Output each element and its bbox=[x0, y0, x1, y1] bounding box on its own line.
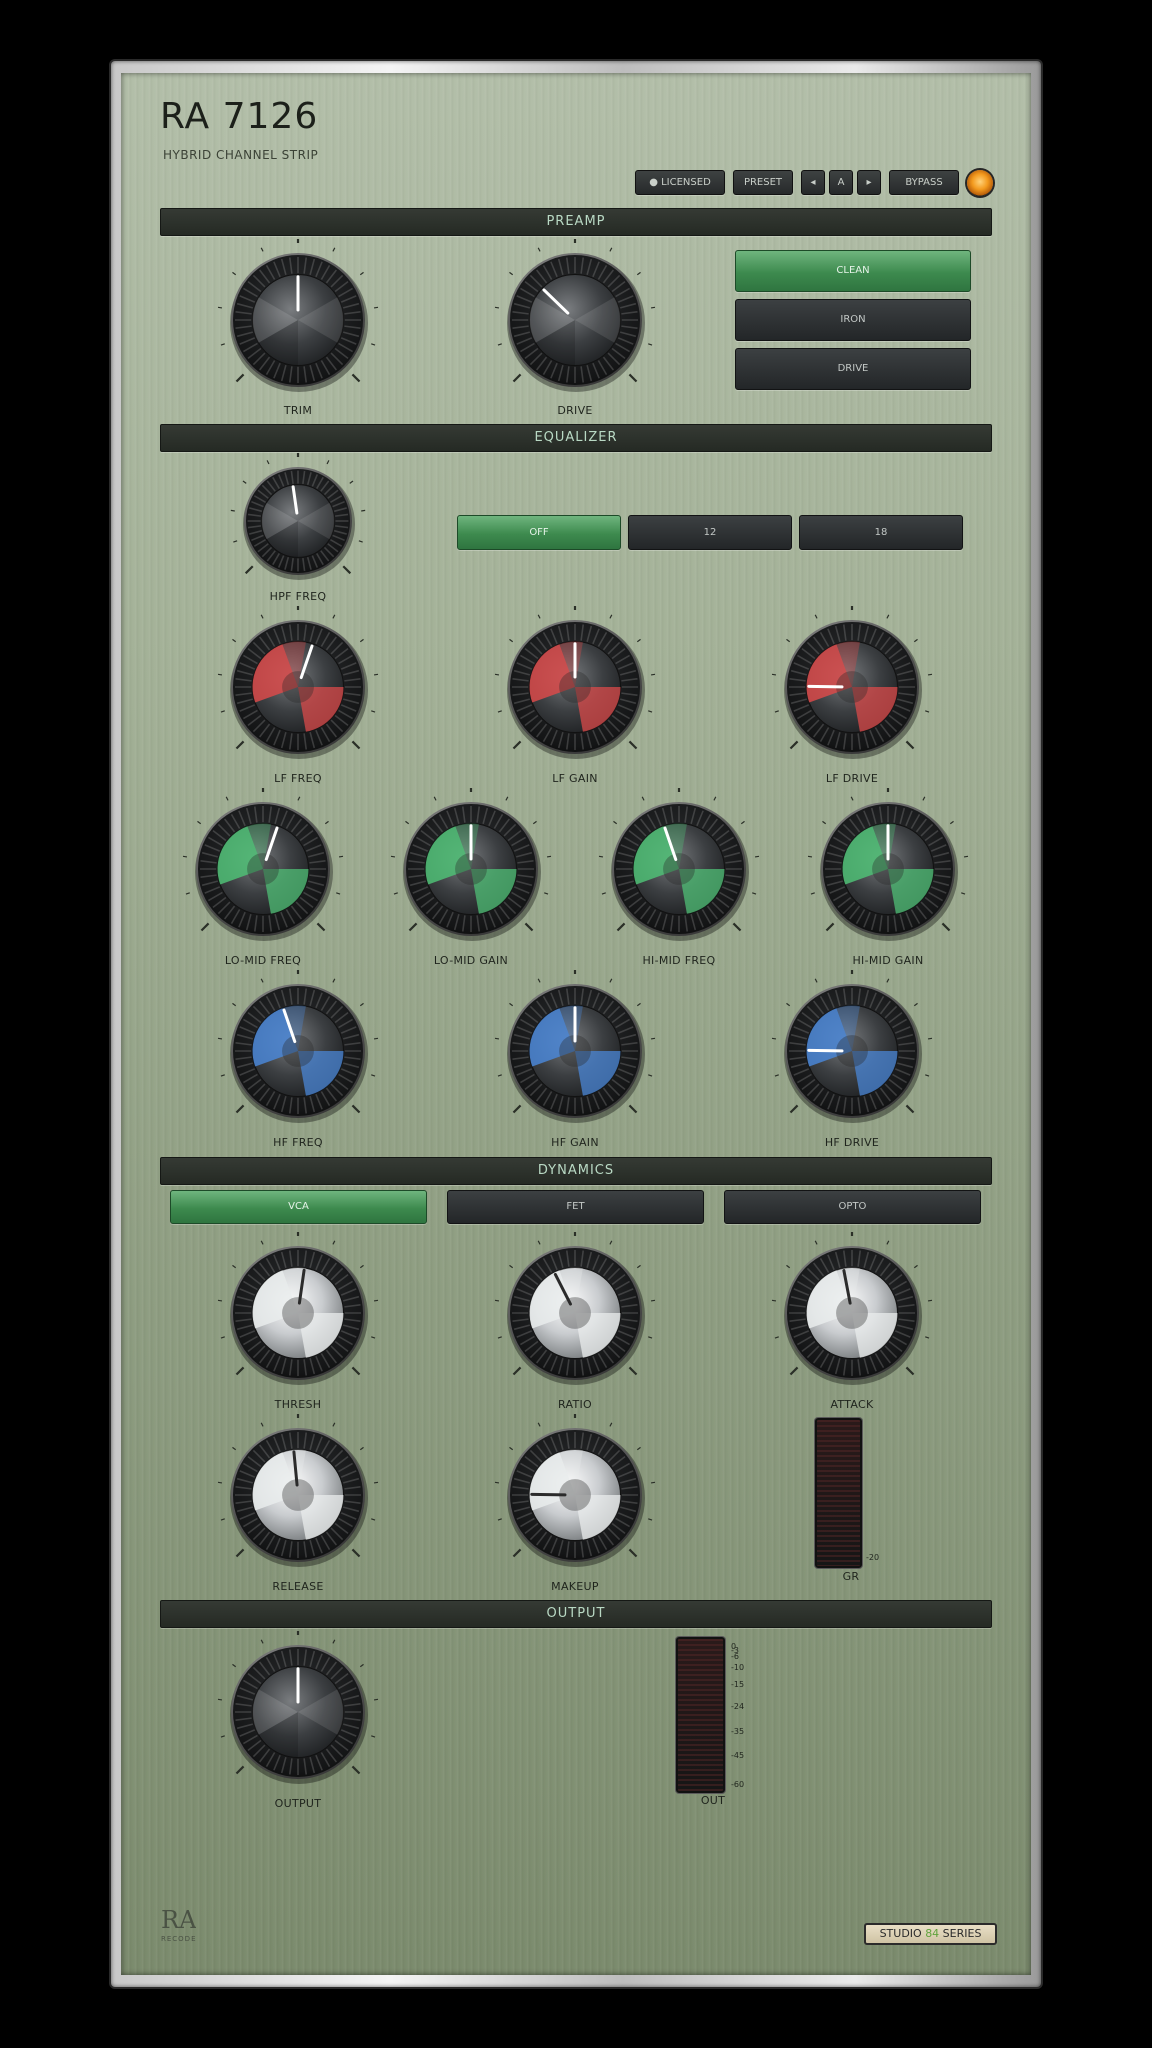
series-badge: STUDIO 84 SERIES bbox=[864, 1923, 997, 1945]
hi-mid-gain-label: HI-MID GAIN bbox=[852, 954, 924, 967]
attack-knob[interactable] bbox=[771, 1232, 933, 1385]
lo-mid-gain-knob[interactable] bbox=[390, 788, 552, 941]
lo-mid-freq-label: LO-MID FREQ bbox=[224, 954, 302, 967]
release-label: RELEASE bbox=[272, 1580, 324, 1593]
output-knob[interactable] bbox=[217, 1631, 379, 1784]
ratio-knob[interactable] bbox=[494, 1232, 656, 1385]
output-meter-tick-label: -15 bbox=[731, 1680, 745, 1690]
trim-knob[interactable] bbox=[217, 239, 379, 392]
attack-label: ATTACK bbox=[830, 1398, 874, 1411]
hf-drive-label: HF DRIVE bbox=[824, 1136, 880, 1149]
output-meter-tick-label: -60 bbox=[731, 1779, 745, 1789]
drive-knob[interactable] bbox=[494, 239, 656, 392]
output-meter-tick-label: -24 bbox=[731, 1701, 745, 1711]
brand-logo-text: RECODE bbox=[161, 1935, 196, 1943]
thresh-label: THRESH bbox=[274, 1398, 322, 1411]
hi-mid-gain-knob[interactable] bbox=[807, 788, 969, 941]
lo-mid-freq-knob[interactable] bbox=[182, 788, 344, 941]
output-meter-tick-label: -35 bbox=[731, 1727, 745, 1737]
gr-meter-scale-bottom: -20 bbox=[866, 1553, 880, 1562]
lf-gain-label: LF GAIN bbox=[552, 772, 598, 785]
lf-gain-knob[interactable] bbox=[494, 606, 656, 759]
output-meter-tick-label: -10 bbox=[731, 1663, 745, 1673]
knob-canvas bbox=[182, 239, 969, 1784]
hf-freq-label: HF FREQ bbox=[273, 1136, 323, 1149]
output-meter-tick-label: -45 bbox=[731, 1751, 745, 1761]
lf-freq-label: LF FREQ bbox=[274, 772, 322, 785]
ratio-label: RATIO bbox=[558, 1398, 592, 1411]
lf-drive-label: LF DRIVE bbox=[825, 772, 879, 785]
gr-meter-label: GR bbox=[842, 1570, 860, 1583]
makeup-knob[interactable] bbox=[494, 1414, 656, 1567]
lf-freq-knob[interactable] bbox=[217, 606, 379, 759]
hpf-freq-label: HPF FREQ bbox=[269, 590, 327, 603]
lf-drive-pointer bbox=[807, 684, 844, 689]
thresh-knob[interactable] bbox=[217, 1232, 379, 1385]
drive-label: DRIVE bbox=[557, 404, 593, 417]
makeup-pointer bbox=[530, 1492, 567, 1497]
lo-mid-gain-label: LO-MID GAIN bbox=[433, 954, 509, 967]
hi-mid-freq-knob[interactable] bbox=[598, 788, 760, 941]
output-meter-tick-label: -6 bbox=[731, 1651, 739, 1661]
hf-gain-label: HF GAIN bbox=[551, 1136, 599, 1149]
trim-label: TRIM bbox=[283, 404, 313, 417]
brand-logo: RA RECODE bbox=[161, 1906, 196, 1943]
hi-mid-freq-label: HI-MID FREQ bbox=[642, 954, 716, 967]
lf-drive-knob[interactable] bbox=[771, 606, 933, 759]
output-label: OUTPUT bbox=[274, 1797, 322, 1810]
makeup-label: MAKEUP bbox=[551, 1580, 599, 1593]
brand-logo-mark: RA bbox=[161, 1906, 196, 1934]
gr-meter bbox=[815, 1418, 862, 1568]
hf-drive-pointer bbox=[807, 1048, 844, 1053]
hpf-freq-knob[interactable] bbox=[230, 453, 366, 580]
hf-gain-knob[interactable] bbox=[494, 970, 656, 1123]
release-knob[interactable] bbox=[217, 1414, 379, 1567]
hf-freq-knob[interactable] bbox=[217, 970, 379, 1123]
series-badge-post: SERIES bbox=[939, 1927, 982, 1940]
output-meter bbox=[676, 1637, 725, 1793]
series-badge-accent: 84 bbox=[925, 1927, 940, 1940]
output-meter-label: OUT bbox=[700, 1794, 726, 1807]
series-badge-pre: STUDIO bbox=[879, 1927, 926, 1940]
hf-drive-knob[interactable] bbox=[771, 970, 933, 1123]
